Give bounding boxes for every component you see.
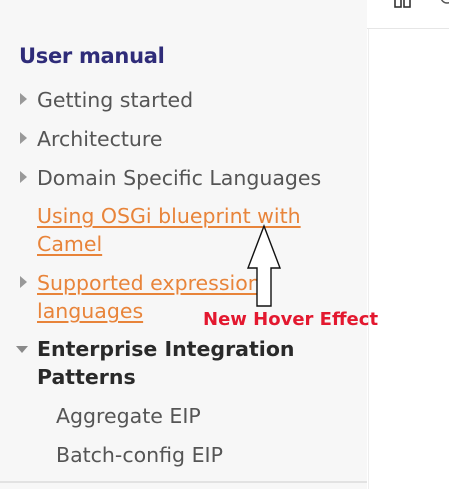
content-divider (368, 28, 369, 489)
annotation-label: New Hover Effect (203, 309, 379, 330)
nav-item-label-line2: Patterns (37, 365, 136, 389)
nav-item-label-line2[interactable]: Camel (37, 232, 102, 256)
caret-down-icon[interactable] (16, 346, 28, 353)
nav-subitem-aggregate-eip[interactable]: Aggregate EIP (56, 402, 201, 430)
up-arrow-icon (246, 224, 282, 307)
grid-icon[interactable] (394, 0, 412, 8)
nav-item-label-line1: Enterprise Integration (37, 337, 295, 361)
nav-item-enterprise-integration-patterns[interactable]: Enterprise Integration Patterns (37, 335, 295, 391)
nav-item-domain-specific-languages[interactable]: Domain Specific Languages (37, 164, 321, 192)
bottom-divider (0, 481, 367, 483)
sidebar-heading: User manual (19, 44, 165, 68)
nav-item-architecture[interactable]: Architecture (37, 125, 163, 153)
sidebar: User manual Getting started Architecture… (0, 0, 367, 489)
nav-item-getting-started[interactable]: Getting started (37, 86, 193, 114)
circle-icon[interactable] (438, 0, 449, 6)
caret-right-icon[interactable] (20, 171, 27, 183)
nav-item-label-line2[interactable]: languages (37, 299, 143, 323)
nav-subitem-batch-config-eip[interactable]: Batch-config EIP (56, 441, 223, 469)
caret-right-icon[interactable] (20, 276, 27, 288)
caret-right-icon[interactable] (20, 132, 27, 144)
caret-right-icon[interactable] (20, 93, 27, 105)
top-toolbar (367, 0, 449, 29)
nav-item-label-line1[interactable]: Supported expression (37, 271, 261, 295)
